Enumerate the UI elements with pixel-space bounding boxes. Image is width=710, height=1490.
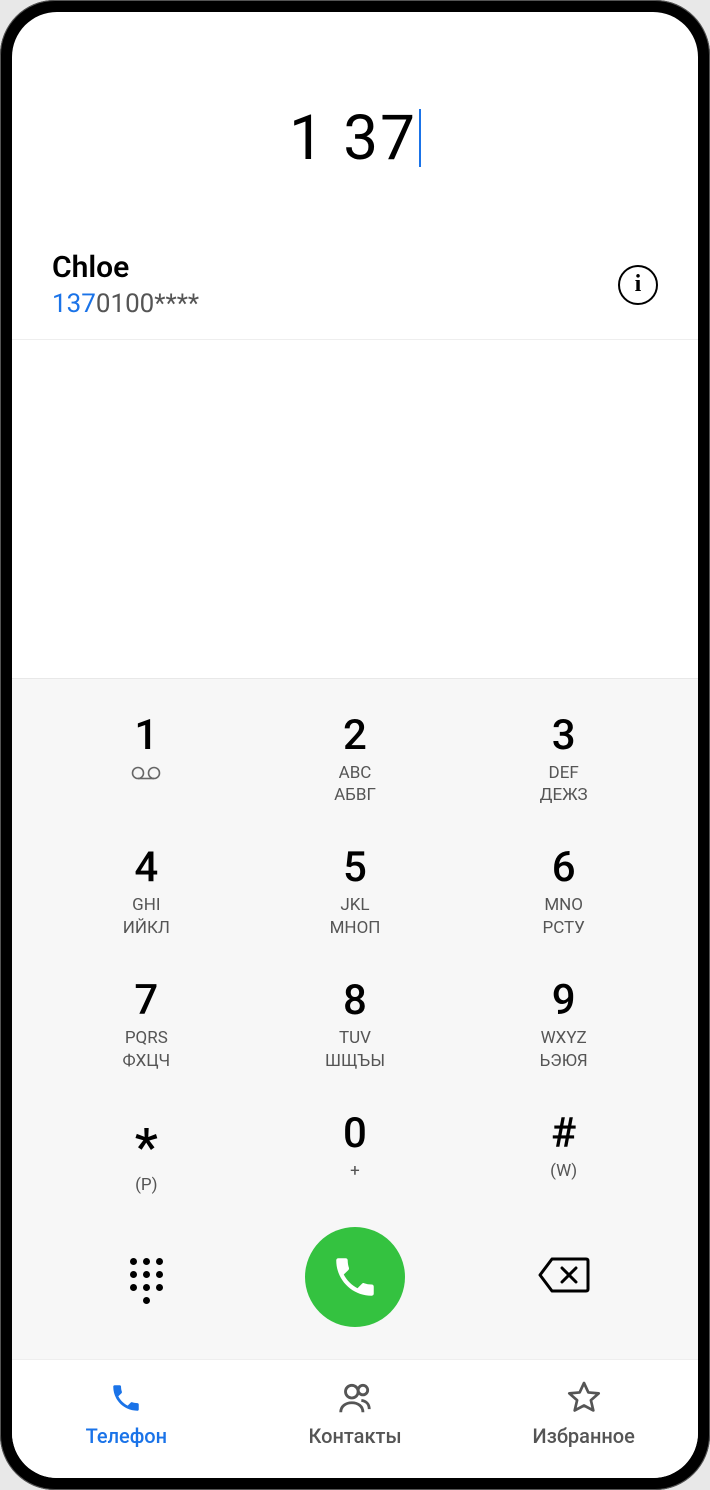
key-sub1: DEF [459, 763, 668, 783]
tab-contacts[interactable]: Контакты [241, 1378, 470, 1448]
dialed-number[interactable]: 1 37 [12, 102, 698, 175]
dialer-display-area: 1 37 Chloe 1370100**** i [12, 12, 698, 340]
keypad-dots-icon [130, 1258, 163, 1304]
key-sub2: ЬЭЮЯ [459, 1051, 668, 1071]
tab-label: Избранное [469, 1424, 698, 1448]
key-sub1: WXYZ [459, 1028, 668, 1048]
key-8[interactable]: 8 TUV ШЩЪЫ [251, 964, 460, 1085]
contacts-tab-icon [241, 1378, 470, 1418]
suggestion-number-match: 137 [52, 289, 96, 319]
key-digit: * [42, 1113, 251, 1169]
dialed-number-text: 1 37 [289, 102, 417, 175]
key-digit: 6 [459, 847, 668, 889]
action-row [42, 1209, 668, 1349]
key-digit: 2 [251, 715, 460, 757]
collapse-keypad-button[interactable] [42, 1250, 251, 1304]
key-sub2: ДЕЖЗ [459, 785, 668, 805]
backspace-icon [538, 1256, 590, 1294]
suggestion-number-rest: 0100**** [96, 289, 199, 319]
key-2[interactable]: 2 ABC АБВГ [251, 699, 460, 820]
contact-suggestion[interactable]: Chloe 1370100**** i [12, 250, 698, 340]
key-5[interactable]: 5 JKL МНОП [251, 831, 460, 952]
key-1[interactable]: 1 [42, 699, 251, 820]
tab-phone[interactable]: Телефон [12, 1378, 241, 1448]
key-sub2: АБВГ [251, 785, 460, 805]
key-sub2: ФХЦЧ [42, 1051, 251, 1071]
screen: 1 37 Chloe 1370100**** i 1 [12, 12, 698, 1478]
key-4[interactable]: 4 GHI ИЙКЛ [42, 831, 251, 952]
key-digit: 7 [42, 980, 251, 1022]
text-cursor [419, 109, 421, 167]
key-sub1: TUV [251, 1028, 460, 1048]
tab-label: Контакты [241, 1424, 470, 1448]
key-hash[interactable]: # (W) [459, 1097, 668, 1209]
key-sub1: PQRS [42, 1028, 251, 1048]
phone-icon [330, 1252, 380, 1302]
star-tab-icon [469, 1378, 698, 1418]
phone-tab-icon [12, 1378, 241, 1418]
key-digit: 1 [42, 715, 251, 757]
key-sub2: МНОП [251, 918, 460, 938]
tab-label: Телефон [12, 1424, 241, 1448]
key-sub1: (W) [459, 1161, 668, 1181]
key-9[interactable]: 9 WXYZ ЬЭЮЯ [459, 964, 668, 1085]
keypad: 1 2 ABC АБВГ 3 DEF ДЕЖЗ 4 GHI [42, 699, 668, 1209]
key-sub1: GHI [42, 895, 251, 915]
info-icon[interactable]: i [618, 265, 658, 305]
key-sub1: JKL [251, 895, 460, 915]
key-digit: 0 [251, 1113, 460, 1155]
backspace-button[interactable] [459, 1256, 668, 1298]
key-digit: # [459, 1113, 668, 1155]
key-digit: 5 [251, 847, 460, 889]
key-0[interactable]: 0 + [251, 1097, 460, 1209]
suggestion-number: 1370100**** [52, 289, 199, 319]
bottom-tabs: Телефон Контакты Избранное [12, 1359, 698, 1478]
call-button[interactable] [305, 1227, 405, 1327]
key-digit: 8 [251, 980, 460, 1022]
key-sub2: ШЩЪЫ [251, 1051, 460, 1071]
key-sub1: + [251, 1161, 460, 1181]
key-sub1: MNO [459, 895, 668, 915]
keypad-area: 1 2 ABC АБВГ 3 DEF ДЕЖЗ 4 GHI [12, 678, 698, 1359]
phone-frame: 1 37 Chloe 1370100**** i 1 [0, 0, 710, 1490]
key-star[interactable]: * (P) [42, 1097, 251, 1209]
key-digit: 3 [459, 715, 668, 757]
suggestion-text: Chloe 1370100**** [52, 250, 199, 319]
tab-favorites[interactable]: Избранное [469, 1378, 698, 1448]
key-6[interactable]: 6 MNO РСТУ [459, 831, 668, 952]
suggestion-name: Chloe [52, 250, 199, 285]
key-sub1: (P) [42, 1175, 251, 1195]
key-sub2: ИЙКЛ [42, 918, 251, 938]
key-digit: 4 [42, 847, 251, 889]
spacer [12, 340, 698, 678]
key-digit: 9 [459, 980, 668, 1022]
key-3[interactable]: 3 DEF ДЕЖЗ [459, 699, 668, 820]
key-7[interactable]: 7 PQRS ФХЦЧ [42, 964, 251, 1085]
key-sub1: ABC [251, 763, 460, 783]
voicemail-icon [131, 761, 161, 785]
key-sub2: РСТУ [459, 918, 668, 938]
